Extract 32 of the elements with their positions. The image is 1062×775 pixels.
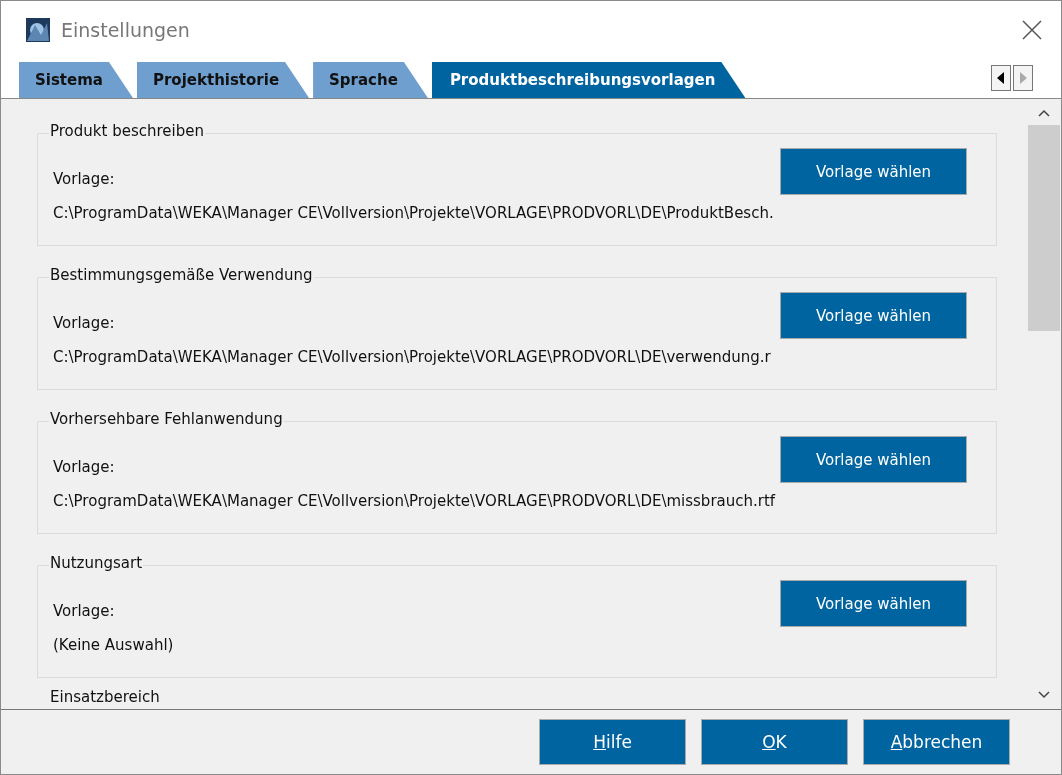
scrollbar-thumb[interactable]	[1028, 125, 1060, 331]
template-label: Vorlage:	[53, 170, 116, 188]
template-label: Vorlage:	[53, 602, 116, 620]
close-icon[interactable]	[1021, 18, 1043, 41]
template-path: C:\ProgramData\WEKA\Manager CE\Vollversion\Projekte\VORLAGE\PRODVORL\DE\missbrauch.rtf	[53, 492, 777, 510]
scroll-left-button[interactable]	[991, 65, 1011, 91]
template-label: Vorlage:	[53, 314, 116, 332]
template-path: (Keine Auswahl)	[53, 636, 175, 654]
scroll-right-button[interactable]	[1013, 65, 1033, 91]
group-title: Nutzungsart	[49, 554, 144, 572]
scroll-down-icon[interactable]	[1038, 691, 1050, 699]
left-triangle-icon	[997, 72, 1005, 84]
choose-template-button[interactable]: Vorlage wählen	[780, 580, 967, 627]
template-path: C:\ProgramData\WEKA\Manager CE\Vollversion\Projekte\VORLAGE\PRODVORL\DE\ProduktBesch.	[53, 204, 775, 222]
dialog-button[interactable]: Abbrechen	[863, 719, 1010, 765]
choose-template-button[interactable]: Vorlage wählen	[780, 148, 967, 195]
tab[interactable]: Sprache	[313, 62, 428, 98]
dialog-button[interactable]: Hilfe	[539, 719, 686, 765]
tab[interactable]: Sistema	[19, 62, 133, 98]
app-icon	[25, 16, 51, 43]
tab[interactable]: Produktbeschreibungsvorlagen	[431, 62, 746, 98]
template-path: C:\ProgramData\WEKA\Manager CE\Vollversion\Projekte\VORLAGE\PRODVORL\DE\verwendung.r	[53, 348, 772, 366]
template-label: Vorlage:	[53, 458, 116, 476]
group-title: Bestimmungsgemäße Verwendung	[49, 266, 314, 284]
group-title: Vorhersehbare Fehlanwendung	[49, 410, 284, 428]
tab[interactable]: Projekthistorie	[136, 62, 310, 98]
choose-template-button[interactable]: Vorlage wählen	[780, 292, 967, 339]
window-title: Einstellungen	[61, 18, 191, 41]
right-triangle-icon	[1019, 72, 1027, 84]
choose-template-button[interactable]: Vorlage wählen	[780, 436, 967, 483]
dialog-button[interactable]: OK	[701, 719, 848, 765]
scroll-up-icon[interactable]	[1038, 109, 1050, 117]
